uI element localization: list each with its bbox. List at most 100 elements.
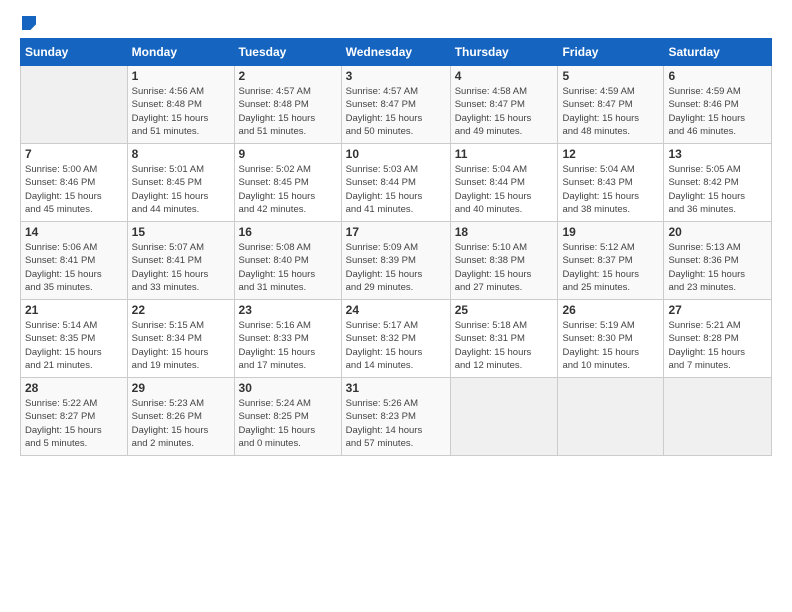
day-number: 23 (239, 303, 337, 317)
day-info: Sunrise: 4:57 AM Sunset: 8:47 PM Dayligh… (346, 85, 446, 138)
day-info: Sunrise: 5:26 AM Sunset: 8:23 PM Dayligh… (346, 397, 446, 450)
calendar-cell: 24Sunrise: 5:17 AM Sunset: 8:32 PM Dayli… (341, 300, 450, 378)
day-header-friday: Friday (558, 39, 664, 66)
day-header-wednesday: Wednesday (341, 39, 450, 66)
day-info: Sunrise: 5:24 AM Sunset: 8:25 PM Dayligh… (239, 397, 337, 450)
day-header-saturday: Saturday (664, 39, 772, 66)
day-info: Sunrise: 5:05 AM Sunset: 8:42 PM Dayligh… (668, 163, 767, 216)
calendar-cell: 11 Sunrise: 5:04 AM Sunset: 8:44 PM Dayli… (450, 144, 558, 222)
calendar-cell: 28 Sunrise: 5:22 AM Sunset: 8:27 PM Dayli… (21, 378, 128, 456)
calendar-cell (21, 66, 128, 144)
day-info: Sunrise: 4:57 AM Sunset: 8:48 PM Dayligh… (239, 85, 337, 138)
day-number: 22 (132, 303, 230, 317)
calendar-cell: 12 Sunrise: 5:04 AM Sunset: 8:43 PM Dayli… (558, 144, 664, 222)
day-info: Sunrise: 4:58 AM Sunset: 8:47 PM Dayligh… (455, 85, 554, 138)
calendar-cell (558, 378, 664, 456)
calendar-cell: 15 Sunrise: 5:07 AM Sunset: 8:41 PM Dayli… (127, 222, 234, 300)
calendar-cell: 10 Sunrise: 5:03 AM Sunset: 8:44 PM Dayli… (341, 144, 450, 222)
calendar-cell: 21 Sunrise: 5:14 AM Sunset: 8:35 PM Dayli… (21, 300, 128, 378)
calendar-cell: 4 Sunrise: 4:58 AM Sunset: 8:47 PM Daylig… (450, 66, 558, 144)
calendar-cell: 2 Sunrise: 4:57 AM Sunset: 8:48 PM Daylig… (234, 66, 341, 144)
day-number: 29 (132, 381, 230, 395)
calendar-cell: 7 Sunrise: 5:00 AM Sunset: 8:46 PM Daylig… (21, 144, 128, 222)
day-info: Sunrise: 5:18 AM Sunset: 8:31 PM Dayligh… (455, 319, 554, 372)
calendar-week-row: 14Sunrise: 5:06 AM Sunset: 8:41 PM Dayli… (21, 222, 772, 300)
logo (20, 16, 36, 30)
day-number: 16 (239, 225, 337, 239)
day-number: 8 (132, 147, 230, 161)
calendar-cell: 13Sunrise: 5:05 AM Sunset: 8:42 PM Dayli… (664, 144, 772, 222)
day-info: Sunrise: 5:14 AM Sunset: 8:35 PM Dayligh… (25, 319, 123, 372)
day-number: 25 (455, 303, 554, 317)
day-number: 3 (346, 69, 446, 83)
day-info: Sunrise: 4:59 AM Sunset: 8:46 PM Dayligh… (668, 85, 767, 138)
day-info: Sunrise: 5:09 AM Sunset: 8:39 PM Dayligh… (346, 241, 446, 294)
calendar-week-row: 21 Sunrise: 5:14 AM Sunset: 8:35 PM Dayli… (21, 300, 772, 378)
day-info: Sunrise: 5:01 AM Sunset: 8:45 PM Dayligh… (132, 163, 230, 216)
day-info: Sunrise: 5:23 AM Sunset: 8:26 PM Dayligh… (132, 397, 230, 450)
day-number: 1 (132, 69, 230, 83)
day-number: 20 (668, 225, 767, 239)
day-number: 17 (346, 225, 446, 239)
day-number: 30 (239, 381, 337, 395)
calendar-cell (450, 378, 558, 456)
day-number: 26 (562, 303, 659, 317)
day-info: Sunrise: 5:16 AM Sunset: 8:33 PM Dayligh… (239, 319, 337, 372)
day-number: 12 (562, 147, 659, 161)
day-info: Sunrise: 5:07 AM Sunset: 8:41 PM Dayligh… (132, 241, 230, 294)
day-number: 7 (25, 147, 123, 161)
calendar-cell: 23 Sunrise: 5:16 AM Sunset: 8:33 PM Dayli… (234, 300, 341, 378)
day-info: Sunrise: 5:00 AM Sunset: 8:46 PM Dayligh… (25, 163, 123, 216)
day-info: Sunrise: 5:12 AM Sunset: 8:37 PM Dayligh… (562, 241, 659, 294)
calendar-cell: 26 Sunrise: 5:19 AM Sunset: 8:30 PM Dayli… (558, 300, 664, 378)
calendar-cell: 18 Sunrise: 5:10 AM Sunset: 8:38 PM Dayli… (450, 222, 558, 300)
day-number: 11 (455, 147, 554, 161)
day-header-tuesday: Tuesday (234, 39, 341, 66)
day-number: 21 (25, 303, 123, 317)
calendar-cell: 6Sunrise: 4:59 AM Sunset: 8:46 PM Daylig… (664, 66, 772, 144)
day-info: Sunrise: 4:59 AM Sunset: 8:47 PM Dayligh… (562, 85, 659, 138)
day-number: 28 (25, 381, 123, 395)
calendar-cell: 8 Sunrise: 5:01 AM Sunset: 8:45 PM Daylig… (127, 144, 234, 222)
day-info: Sunrise: 5:04 AM Sunset: 8:44 PM Dayligh… (455, 163, 554, 216)
day-info: Sunrise: 5:06 AM Sunset: 8:41 PM Dayligh… (25, 241, 123, 294)
day-info: Sunrise: 5:13 AM Sunset: 8:36 PM Dayligh… (668, 241, 767, 294)
calendar-cell: 5 Sunrise: 4:59 AM Sunset: 8:47 PM Daylig… (558, 66, 664, 144)
calendar-week-row: 28 Sunrise: 5:22 AM Sunset: 8:27 PM Dayli… (21, 378, 772, 456)
day-number: 5 (562, 69, 659, 83)
calendar-cell: 27 Sunrise: 5:21 AM Sunset: 8:28 PM Dayli… (664, 300, 772, 378)
day-info: Sunrise: 5:02 AM Sunset: 8:45 PM Dayligh… (239, 163, 337, 216)
day-info: Sunrise: 5:10 AM Sunset: 8:38 PM Dayligh… (455, 241, 554, 294)
day-info: Sunrise: 5:08 AM Sunset: 8:40 PM Dayligh… (239, 241, 337, 294)
calendar-cell: 9 Sunrise: 5:02 AM Sunset: 8:45 PM Daylig… (234, 144, 341, 222)
calendar-cell: 29 Sunrise: 5:23 AM Sunset: 8:26 PM Dayli… (127, 378, 234, 456)
day-info: Sunrise: 5:15 AM Sunset: 8:34 PM Dayligh… (132, 319, 230, 372)
calendar-cell: 19Sunrise: 5:12 AM Sunset: 8:37 PM Dayli… (558, 222, 664, 300)
logo-icon (22, 16, 36, 30)
calendar-week-row: 7 Sunrise: 5:00 AM Sunset: 8:46 PM Daylig… (21, 144, 772, 222)
day-number: 27 (668, 303, 767, 317)
calendar-header-row: SundayMondayTuesdayWednesdayThursdayFrid… (21, 39, 772, 66)
day-number: 18 (455, 225, 554, 239)
calendar-cell: 25 Sunrise: 5:18 AM Sunset: 8:31 PM Dayli… (450, 300, 558, 378)
day-info: Sunrise: 5:21 AM Sunset: 8:28 PM Dayligh… (668, 319, 767, 372)
calendar-table: SundayMondayTuesdayWednesdayThursdayFrid… (20, 38, 772, 456)
day-info: Sunrise: 5:17 AM Sunset: 8:32 PM Dayligh… (346, 319, 446, 372)
calendar-cell (664, 378, 772, 456)
day-number: 4 (455, 69, 554, 83)
day-number: 15 (132, 225, 230, 239)
calendar-cell: 3 Sunrise: 4:57 AM Sunset: 8:47 PM Daylig… (341, 66, 450, 144)
day-info: Sunrise: 5:22 AM Sunset: 8:27 PM Dayligh… (25, 397, 123, 450)
day-header-sunday: Sunday (21, 39, 128, 66)
calendar-cell: 16 Sunrise: 5:08 AM Sunset: 8:40 PM Dayli… (234, 222, 341, 300)
day-info: Sunrise: 5:03 AM Sunset: 8:44 PM Dayligh… (346, 163, 446, 216)
calendar-cell: 1Sunrise: 4:56 AM Sunset: 8:48 PM Daylig… (127, 66, 234, 144)
header (20, 16, 772, 30)
day-number: 2 (239, 69, 337, 83)
day-info: Sunrise: 5:04 AM Sunset: 8:43 PM Dayligh… (562, 163, 659, 216)
calendar-cell: 17 Sunrise: 5:09 AM Sunset: 8:39 PM Dayli… (341, 222, 450, 300)
day-info: Sunrise: 5:19 AM Sunset: 8:30 PM Dayligh… (562, 319, 659, 372)
day-number: 9 (239, 147, 337, 161)
calendar-cell: 31Sunrise: 5:26 AM Sunset: 8:23 PM Dayli… (341, 378, 450, 456)
day-number: 10 (346, 147, 446, 161)
